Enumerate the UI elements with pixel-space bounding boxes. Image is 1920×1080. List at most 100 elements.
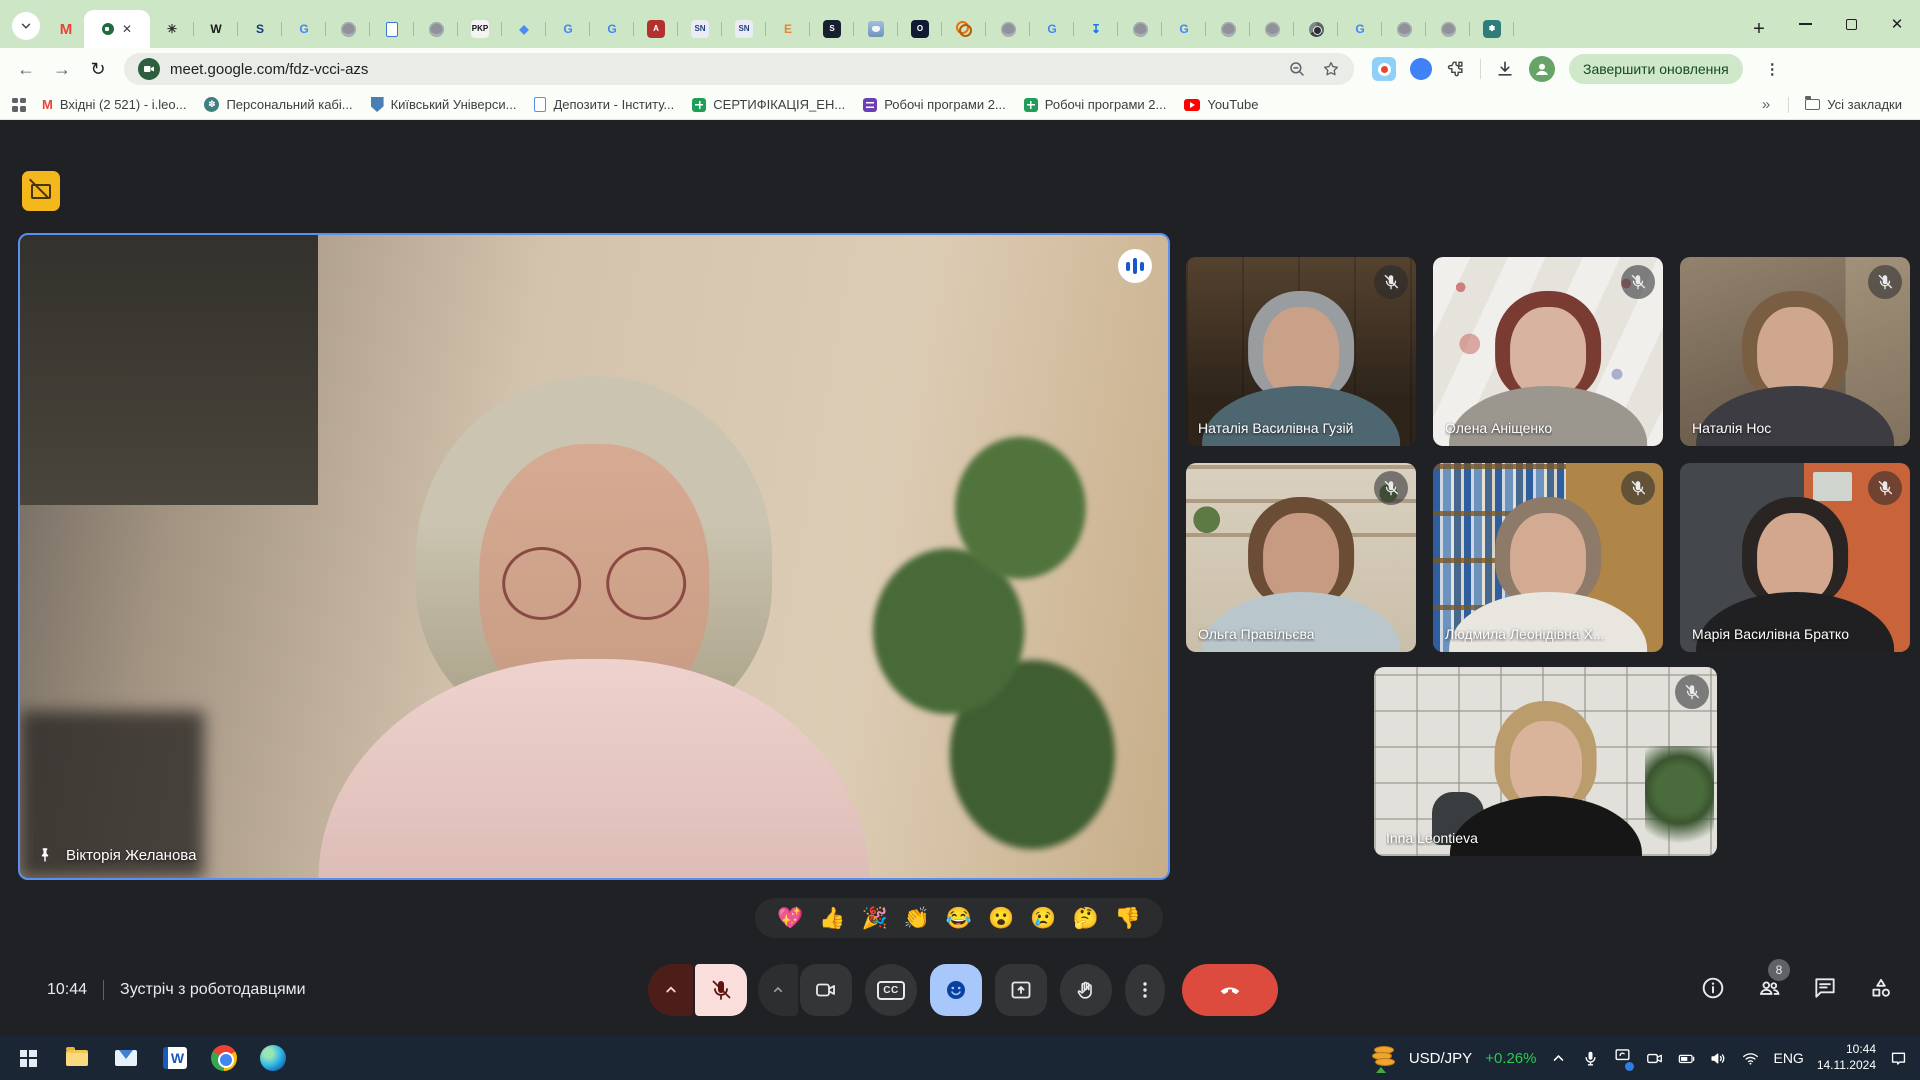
reaction-button[interactable]: 🎉 xyxy=(861,908,887,929)
browser-tab[interactable] xyxy=(1426,10,1470,48)
more-options-button[interactable] xyxy=(1125,964,1165,1016)
browser-tab[interactable]: S xyxy=(238,10,282,48)
camera-button[interactable] xyxy=(800,964,852,1016)
wifi-icon[interactable] xyxy=(1741,1049,1760,1068)
browser-tab[interactable]: A xyxy=(634,10,678,48)
browser-tab[interactable] xyxy=(942,10,986,48)
browser-tab[interactable]: G xyxy=(546,10,590,48)
browser-menu-icon[interactable]: ⋮ xyxy=(1757,60,1788,78)
reaction-button[interactable]: 👎 xyxy=(1115,908,1141,929)
mail-button[interactable] xyxy=(112,1044,140,1072)
browser-tab[interactable] xyxy=(1250,10,1294,48)
browser-tab[interactable]: G xyxy=(590,10,634,48)
bookmark-item[interactable]: Депозити - Інститу... xyxy=(526,94,682,115)
start-button[interactable] xyxy=(14,1044,42,1072)
language-indicator[interactable]: ENG xyxy=(1773,1050,1803,1066)
browser-tab[interactable]: W xyxy=(194,10,238,48)
raise-hand-button[interactable] xyxy=(1060,964,1112,1016)
file-explorer-button[interactable] xyxy=(63,1044,91,1072)
browser-tab[interactable] xyxy=(1294,10,1338,48)
browser-tab[interactable]: ✳ xyxy=(150,10,194,48)
participant-tile[interactable]: Ольга Правільєва xyxy=(1186,463,1416,652)
apps-grid-icon[interactable] xyxy=(12,98,26,112)
browser-tab[interactable] xyxy=(1382,10,1426,48)
bookmark-item[interactable]: Київський Універси... xyxy=(363,94,525,115)
taskbar-clock[interactable]: 10:44 14.11.2024 xyxy=(1817,1042,1876,1073)
bookmark-item[interactable]: MВхідні (2 521) - i.leo... xyxy=(34,94,194,115)
browser-tab[interactable] xyxy=(854,10,898,48)
close-window-button[interactable]: ✕ xyxy=(1874,0,1920,48)
browser-tab[interactable]: PKP xyxy=(458,10,502,48)
browser-tab[interactable] xyxy=(1118,10,1162,48)
activities-button[interactable] xyxy=(1868,975,1894,1006)
info-button[interactable] xyxy=(1700,975,1726,1006)
back-button[interactable]: ← xyxy=(10,53,42,85)
battery-icon[interactable] xyxy=(1677,1049,1696,1068)
reaction-button[interactable]: 👏 xyxy=(904,908,930,929)
browser-tab[interactable]: SN xyxy=(678,10,722,48)
browser-tab[interactable]: G xyxy=(1162,10,1206,48)
chrome-button[interactable] xyxy=(210,1044,238,1072)
browser-tab[interactable] xyxy=(326,10,370,48)
ticker-change[interactable]: +0.26% xyxy=(1485,1050,1536,1067)
bookmark-item[interactable]: СЕРТИФІКАЦІЯ_ЕН... xyxy=(684,94,853,115)
extensions-puzzle-icon[interactable] xyxy=(1446,59,1466,79)
edge-button[interactable] xyxy=(259,1044,287,1072)
browser-tab[interactable] xyxy=(370,10,414,48)
address-bar[interactable]: meet.google.com/fdz-vcci-azs xyxy=(124,53,1354,85)
close-tab-icon[interactable]: ✕ xyxy=(122,22,132,36)
tray-mic-icon[interactable] xyxy=(1581,1049,1600,1068)
browser-tab[interactable] xyxy=(1206,10,1250,48)
reaction-button[interactable]: 💖 xyxy=(777,908,803,929)
ticker-pair[interactable]: USD/JPY xyxy=(1409,1050,1472,1067)
browser-tab[interactable]: ↧ xyxy=(1074,10,1118,48)
new-tab-button[interactable]: + xyxy=(1742,10,1776,48)
browser-tab[interactable]: ✽ xyxy=(1470,10,1514,48)
pinned-speaker-tile[interactable]: Вікторія Желанова xyxy=(18,233,1170,880)
present-button[interactable] xyxy=(995,964,1047,1016)
chat-button[interactable] xyxy=(1812,975,1838,1006)
word-button[interactable]: W xyxy=(161,1044,189,1072)
reaction-button[interactable]: 😮 xyxy=(988,908,1014,929)
browser-tab[interactable]: G xyxy=(1338,10,1382,48)
browser-tab[interactable]: G xyxy=(1030,10,1074,48)
camera-in-use-icon[interactable] xyxy=(138,58,160,80)
notifications-icon[interactable] xyxy=(1889,1049,1908,1068)
tray-expand-icon[interactable] xyxy=(1549,1049,1568,1068)
bookmark-item[interactable]: ✽Персональний кабі... xyxy=(196,94,360,115)
end-call-button[interactable] xyxy=(1182,964,1278,1016)
zoom-out-icon[interactable] xyxy=(1288,60,1306,78)
bookmark-item[interactable]: Робочі програми 2... xyxy=(1016,94,1175,115)
all-bookmarks-button[interactable]: Усі закладки xyxy=(1797,94,1910,115)
forward-button[interactable]: → xyxy=(46,53,78,85)
bookmarks-overflow-icon[interactable]: » xyxy=(1752,96,1780,113)
participant-tile[interactable]: Наталія Нос xyxy=(1680,257,1910,446)
participant-tile[interactable]: Олена Аніщенко xyxy=(1433,257,1663,446)
bookmark-item[interactable]: YouTube xyxy=(1176,94,1266,115)
captions-button[interactable]: cc xyxy=(865,964,917,1016)
maximize-button[interactable] xyxy=(1828,0,1874,48)
participant-tile[interactable]: Марія Василівна Братко xyxy=(1680,463,1910,652)
finish-update-button[interactable]: Завершити оновлення xyxy=(1569,54,1743,84)
participant-tile[interactable]: Inna Leontieva xyxy=(1374,667,1717,856)
browser-tab[interactable] xyxy=(986,10,1030,48)
browser-tab[interactable]: ◆ xyxy=(502,10,546,48)
screen-share-icon[interactable] xyxy=(1613,1046,1632,1070)
reaction-button[interactable]: 😂 xyxy=(946,908,972,929)
volume-icon[interactable] xyxy=(1709,1049,1728,1068)
mic-options-chevron[interactable] xyxy=(648,964,693,1016)
tab-search-button[interactable] xyxy=(12,12,40,40)
reactions-button[interactable] xyxy=(930,964,982,1016)
blue-extension-icon[interactable] xyxy=(1410,58,1432,80)
browser-tab[interactable] xyxy=(414,10,458,48)
browser-tab[interactable]: SN xyxy=(722,10,766,48)
browser-tab[interactable]: O xyxy=(898,10,942,48)
participant-tile[interactable]: Наталія Василівна Гузій xyxy=(1186,257,1416,446)
presentation-blocked-icon[interactable] xyxy=(22,171,60,211)
downloads-icon[interactable] xyxy=(1495,59,1515,79)
reaction-button[interactable]: 👍 xyxy=(819,908,845,929)
url-text[interactable]: meet.google.com/fdz-vcci-azs xyxy=(170,61,368,78)
browser-tab[interactable]: G xyxy=(282,10,326,48)
recorder-extension-icon[interactable] xyxy=(1372,57,1396,81)
tray-camera-icon[interactable] xyxy=(1645,1049,1664,1068)
